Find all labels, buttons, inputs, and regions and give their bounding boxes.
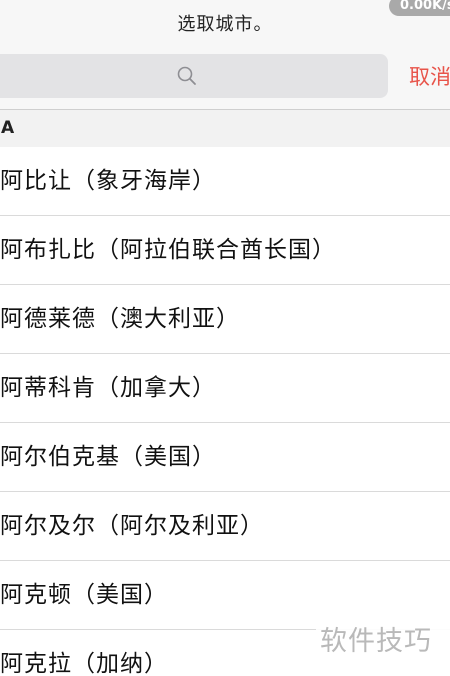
- city-list-item[interactable]: 阿布扎比（阿拉伯联合酋长国）: [0, 216, 450, 285]
- search-icon: [177, 66, 196, 85]
- watermark: 软件技巧: [316, 620, 450, 664]
- cancel-button[interactable]: 取消: [409, 60, 450, 94]
- city-label: 阿尔伯克基（美国）: [0, 444, 216, 470]
- city-list: 阿比让（象牙海岸） 阿布扎比（阿拉伯联合酋长国） 阿德莱德（澳大利亚） 阿蒂科肯（加拿…: [0, 147, 450, 676]
- search-field[interactable]: [0, 54, 388, 98]
- city-list-item[interactable]: 阿德莱德（澳大利亚）: [0, 285, 450, 354]
- city-label: 阿德莱德（澳大利亚）: [0, 306, 240, 332]
- city-list-item[interactable]: 阿比让（象牙海岸）: [0, 147, 450, 216]
- header: 选取城市。 0.00K/s 取消: [0, 0, 450, 110]
- network-speed-badge: 0.00K/s: [389, 0, 450, 16]
- city-picker-screen: 选取城市。 0.00K/s 取消 A 阿比让（象牙海岸） 阿布扎比（阿拉伯联合酋长…: [0, 0, 450, 676]
- city-label: 阿比让（象牙海岸）: [0, 168, 216, 194]
- city-label: 阿克顿（美国）: [0, 582, 168, 608]
- city-list-item[interactable]: 阿尔伯克基（美国）: [0, 423, 450, 492]
- city-label: 阿布扎比（阿拉伯联合酋长国）: [0, 237, 336, 263]
- prompt-title: 选取城市。: [177, 14, 273, 35]
- city-label: 阿蒂科肯（加拿大）: [0, 375, 216, 401]
- city-list-item[interactable]: 阿尔及尔（阿尔及利亚）: [0, 492, 450, 561]
- city-label: 阿尔及尔（阿尔及利亚）: [0, 513, 264, 539]
- section-header-a: A: [0, 110, 450, 147]
- city-list-item[interactable]: 阿蒂科肯（加拿大）: [0, 354, 450, 423]
- city-label: 阿克拉（加纳）: [0, 651, 168, 676]
